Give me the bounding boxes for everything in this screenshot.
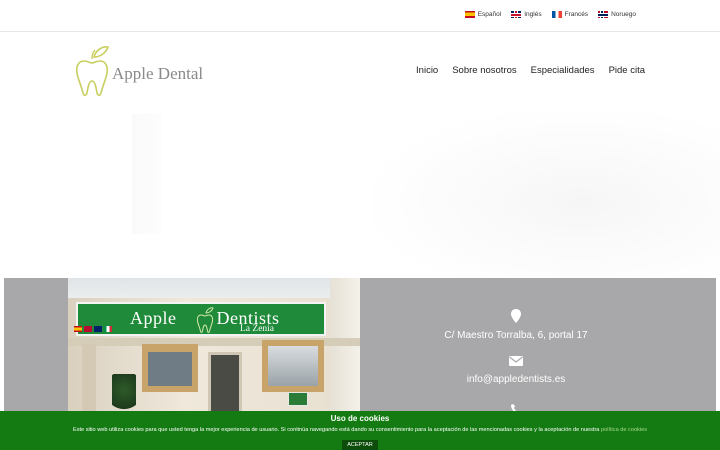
logo-text: Apple Dental xyxy=(112,64,204,83)
email-link[interactable]: info@appledentists.es xyxy=(360,374,672,385)
sign-tooth-icon xyxy=(196,307,214,333)
language-bar: Español Inglés Francés Noruego xyxy=(0,0,720,32)
photo-plant xyxy=(112,374,136,414)
main-nav: Inicio Sobre nosotros Especialidades Pid… xyxy=(416,65,645,76)
accept-cookies-button[interactable]: ACEPTAR xyxy=(342,440,378,450)
flag-icon xyxy=(94,326,102,332)
uk-flag-icon xyxy=(511,11,522,18)
language-en[interactable]: Inglés xyxy=(511,11,542,18)
address-text: C/ Maestro Torralba, 6, portal 17 xyxy=(444,330,588,341)
nav-especialidades[interactable]: Especialidades xyxy=(531,65,595,76)
language-label: Español xyxy=(477,11,502,18)
hero-image-faded-right xyxy=(372,110,720,278)
spain-flag-icon xyxy=(464,11,475,18)
nav-sobre-nosotros[interactable]: Sobre nosotros xyxy=(452,65,516,76)
site-header: Apple Dental Inicio Sobre nosotros Espec… xyxy=(0,33,720,109)
apple-tooth-icon xyxy=(75,46,110,97)
sign-subtitle: La Zenia xyxy=(240,324,275,334)
clinic-sign: Apple Dentists La Zenia xyxy=(76,302,326,336)
logo[interactable]: Apple Dental xyxy=(74,43,203,97)
language-no[interactable]: Noruego xyxy=(598,11,636,18)
envelope-icon xyxy=(509,356,523,366)
photo-window-left xyxy=(142,344,198,392)
flag-icon xyxy=(104,326,112,332)
france-flag-icon xyxy=(551,11,562,18)
language-list: Español Inglés Francés Noruego xyxy=(464,11,636,18)
nav-pide-cita[interactable]: Pide cita xyxy=(609,65,645,76)
map-marker-icon xyxy=(511,309,521,323)
flag-icon xyxy=(74,326,82,332)
cookie-policy-link[interactable]: política de cookies xyxy=(601,427,647,433)
flag-icon xyxy=(84,326,92,332)
hero-image-faded-left xyxy=(132,114,162,234)
photo-plate xyxy=(288,392,308,406)
language-label: Inglés xyxy=(524,11,542,18)
language-label: Noruego xyxy=(611,11,636,18)
language-fr[interactable]: Francés xyxy=(551,11,589,18)
nav-inicio[interactable]: Inicio xyxy=(416,65,438,76)
cookie-title: Uso de cookies xyxy=(330,414,390,423)
norway-flag-icon xyxy=(598,11,609,18)
language-label: Francés xyxy=(564,11,589,18)
language-es[interactable]: Español xyxy=(464,11,502,18)
hero-banner xyxy=(0,110,720,278)
photo-window-right xyxy=(262,340,324,392)
cookie-message-text: Este sitio web utiliza cookies para que … xyxy=(72,427,601,433)
cookie-banner: Uso de cookies Este sitio web utiliza co… xyxy=(0,411,720,450)
sign-flags xyxy=(74,326,112,332)
page: Español Inglés Francés Noruego Apple Den… xyxy=(0,0,720,450)
cookie-message: Este sitio web utiliza cookies para que … xyxy=(0,427,720,433)
